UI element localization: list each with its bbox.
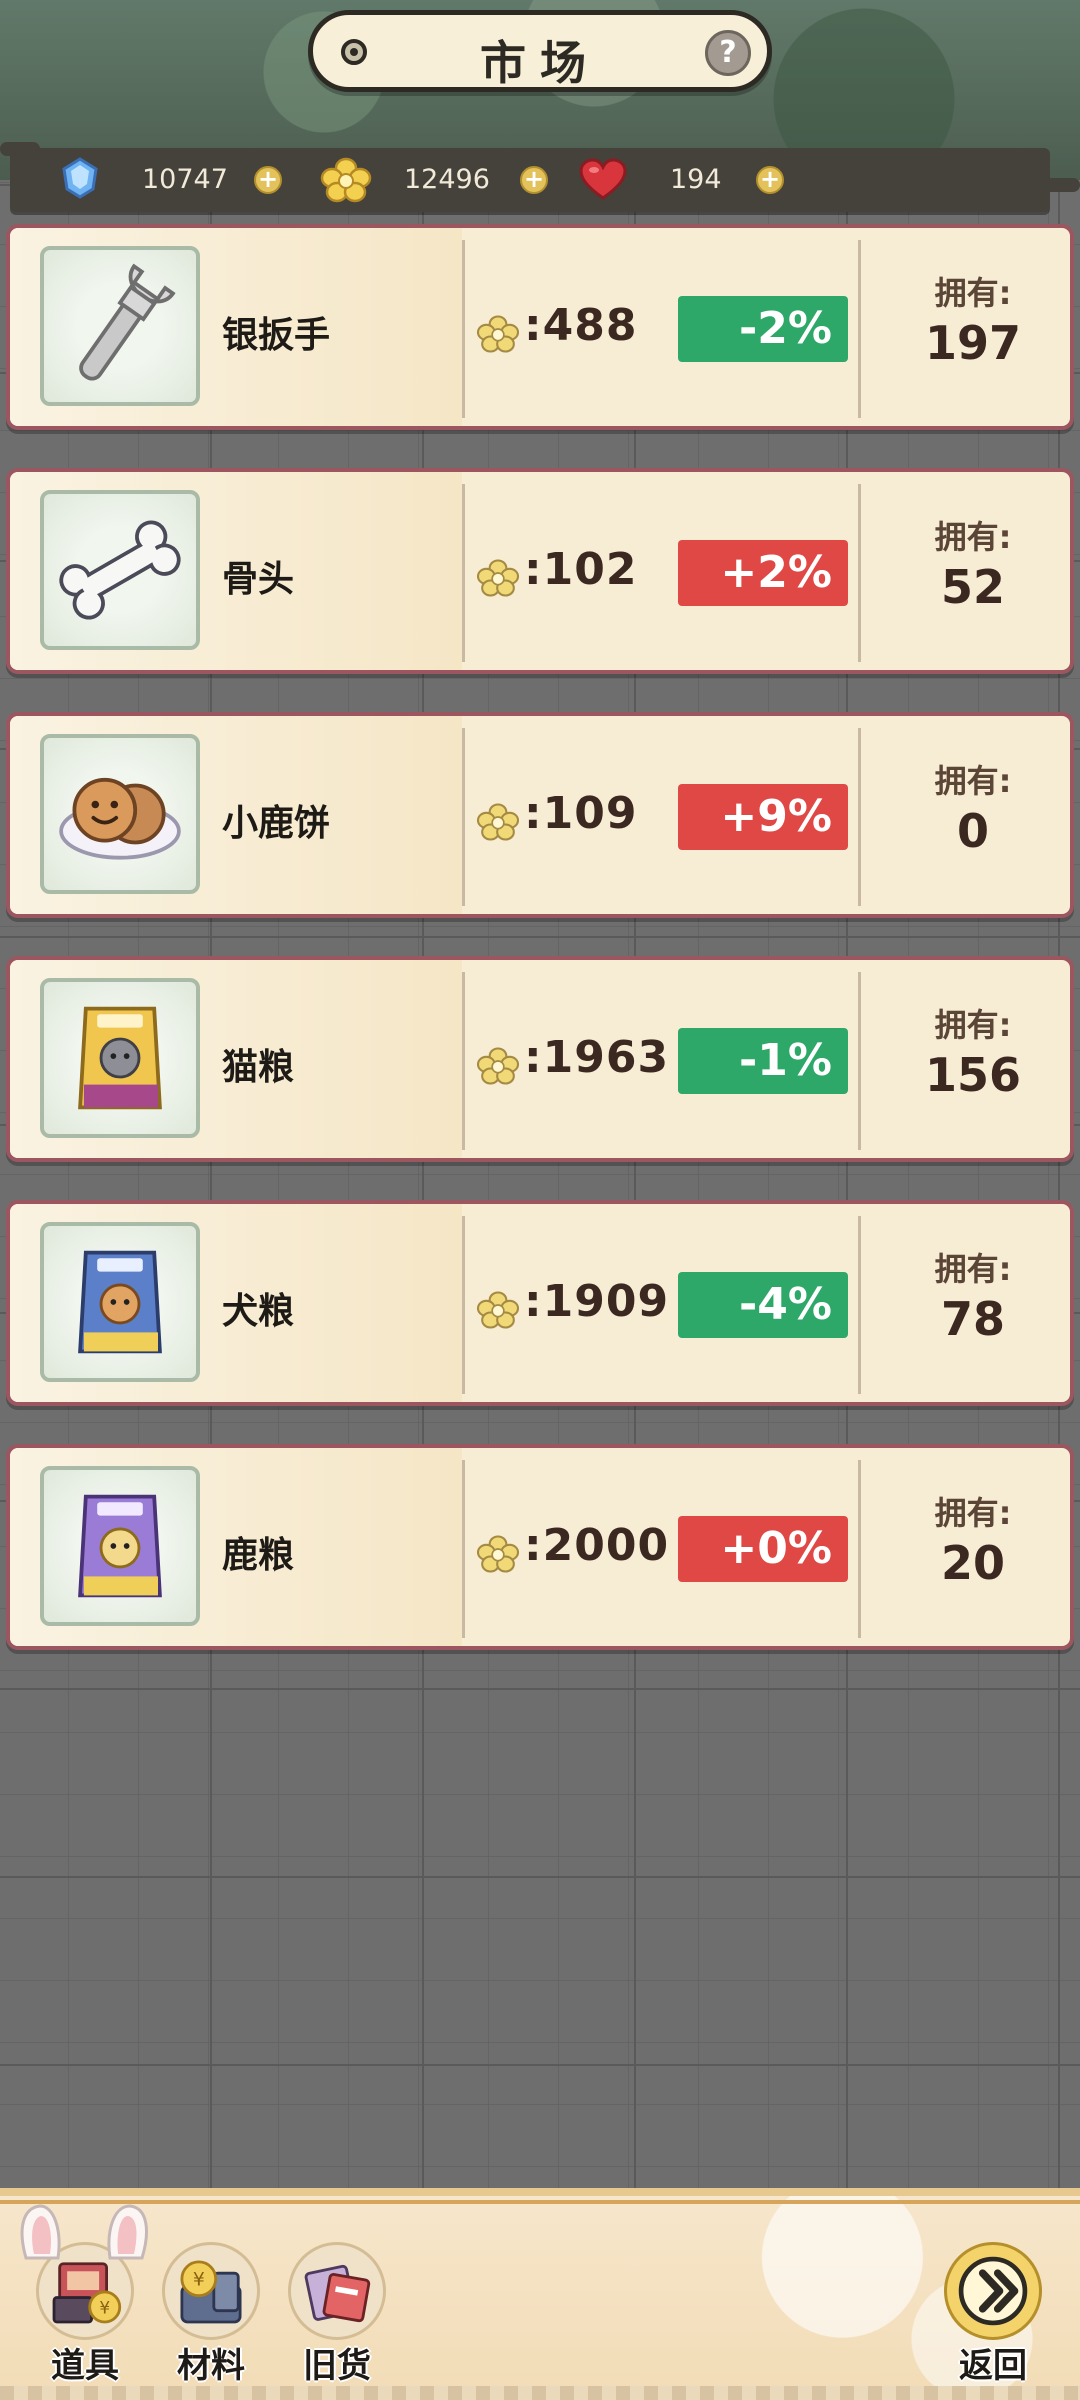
item-thumbnail (40, 246, 200, 406)
flower-coin-icon (476, 1535, 520, 1573)
item-thumbnail (40, 978, 200, 1138)
help-button[interactable]: ? (705, 30, 751, 76)
flower-coin-icon (476, 315, 520, 353)
price-change-badge: -4% (678, 1272, 848, 1338)
item-name: 犬粮 (222, 1291, 295, 1332)
item-name: 小鹿饼 (222, 803, 331, 844)
flower-coin-icon (476, 559, 520, 597)
owned-count: 197 (924, 316, 1022, 370)
title-plaque: 市场 ? (308, 10, 772, 92)
gem-count: 10747 (142, 164, 228, 195)
heart-count: 194 (670, 164, 722, 195)
price-change-badge: -2% (678, 296, 848, 362)
owned-label: 拥有: (934, 762, 1012, 800)
add-hearts-button[interactable]: + (756, 166, 784, 194)
item-price: :109 (524, 788, 638, 839)
flower-coin-icon (476, 1047, 520, 1085)
flower-coin-icon (320, 157, 372, 203)
tab-label: 材料 (177, 2346, 245, 2386)
divider (462, 484, 465, 662)
bone-icon (59, 520, 181, 620)
item-price: :1909 (524, 1276, 670, 1327)
item-thumbnail (40, 1222, 200, 1382)
owned-count: 78 (940, 1292, 1005, 1346)
back-button[interactable]: 返回 (938, 2242, 1048, 2392)
currency-flowers: 12496 + (316, 156, 556, 204)
market-item-row[interactable]: 鹿粮 :2000 +0% 拥有: 20 (6, 1444, 1074, 1650)
cat-food-bag-icon (78, 1006, 162, 1110)
blue-gem-icon (62, 157, 98, 199)
bottom-tab-bar: ¥ 道具 ¥ 材料 旧货 返回 (0, 2188, 1080, 2400)
tab-materials[interactable]: ¥ 材料 (156, 2242, 266, 2392)
tab-second-hand[interactable]: 旧货 (282, 2242, 392, 2392)
item-name: 鹿粮 (222, 1535, 295, 1576)
market-item-row[interactable]: 小鹿饼 :109 +9% 拥有: 0 (6, 712, 1074, 918)
back-label: 返回 (959, 2346, 1027, 2386)
owned-count: 20 (940, 1536, 1005, 1590)
market-item-row[interactable]: 猫粮 :1963 -1% 拥有: 156 (6, 956, 1074, 1162)
tab-label: 道具 (51, 2346, 119, 2386)
tab-props[interactable]: ¥ 道具 (30, 2242, 140, 2392)
item-price: :102 (524, 544, 638, 595)
item-price: :1963 (524, 1032, 670, 1083)
deer-food-bag-icon (78, 1494, 162, 1598)
deer-cookie-icon (59, 777, 181, 860)
divider (462, 1460, 465, 1638)
bunny-ears-decoration (20, 2204, 148, 2260)
svg-text:¥: ¥ (99, 2298, 110, 2318)
market-item-row[interactable]: 银扳手 :488 -2% 拥有: 197 (6, 224, 1074, 430)
item-name: 银扳手 (222, 315, 331, 356)
currency-bar: 10747 + 12496 + 194 + (0, 142, 1080, 212)
owned-count: 0 (956, 804, 989, 858)
currency-hearts: 194 + (578, 156, 798, 204)
second-hand-tab-icon (288, 2242, 386, 2340)
item-price: :488 (524, 300, 638, 351)
price-change-badge: +2% (678, 540, 848, 606)
divider (462, 1216, 465, 1394)
flower-count: 12496 (404, 164, 490, 195)
price-change-badge: +0% (678, 1516, 848, 1582)
currency-gems: 10747 + (58, 156, 298, 204)
item-thumbnail (40, 1466, 200, 1626)
owned-label: 拥有: (934, 274, 1012, 312)
owned-count: 156 (924, 1048, 1022, 1102)
flower-coin-icon (476, 1291, 520, 1329)
flower-coin-icon (476, 803, 520, 841)
item-thumbnail (40, 734, 200, 894)
svg-text:¥: ¥ (193, 2269, 205, 2290)
add-flowers-button[interactable]: + (520, 166, 548, 194)
owned-label: 拥有: (934, 1006, 1012, 1044)
owned-label: 拥有: (934, 1494, 1012, 1532)
item-name: 骨头 (222, 559, 295, 600)
price-change-badge: +9% (678, 784, 848, 850)
add-gems-button[interactable]: + (254, 166, 282, 194)
owned-label: 拥有: (934, 1250, 1012, 1288)
item-name: 猫粮 (222, 1047, 295, 1088)
heart-icon (579, 158, 627, 200)
price-change-badge: -1% (678, 1028, 848, 1094)
page-title: 市场 (480, 36, 600, 90)
divider (462, 728, 465, 906)
materials-tab-icon: ¥ (162, 2242, 260, 2340)
divider (462, 240, 465, 418)
tab-label: 旧货 (303, 2346, 371, 2386)
dog-food-bag-icon (78, 1250, 162, 1354)
divider (462, 972, 465, 1150)
market-item-row[interactable]: 犬粮 :1909 -4% 拥有: 78 (6, 1200, 1074, 1406)
item-thumbnail (40, 490, 200, 650)
silver-wrench-icon (79, 263, 176, 381)
arrow-return-icon (944, 2242, 1042, 2340)
market-item-row[interactable]: 骨头 :102 +2% 拥有: 52 (6, 468, 1074, 674)
owned-label: 拥有: (934, 518, 1012, 556)
item-price: :2000 (524, 1520, 670, 1571)
owned-count: 52 (940, 560, 1005, 614)
